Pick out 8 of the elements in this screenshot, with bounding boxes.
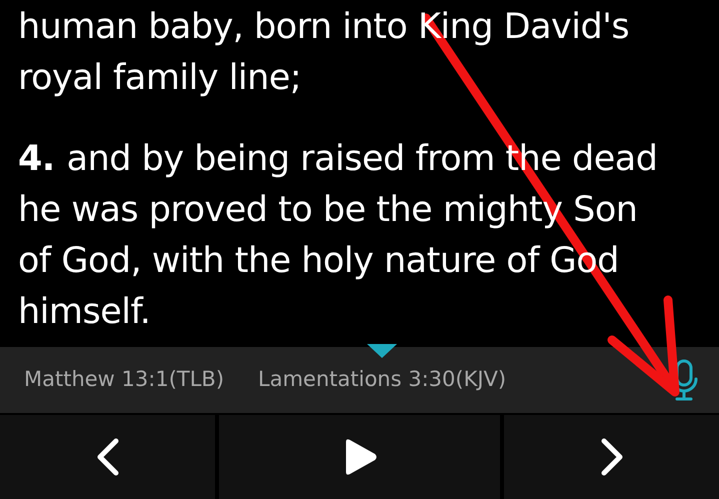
verse-text: royal family line; <box>18 57 302 100</box>
play-button[interactable] <box>219 415 500 499</box>
verse-number: 4. <box>18 138 55 181</box>
reference-tab[interactable]: Matthew 13:1(TLB) <box>24 364 224 396</box>
chevron-right-icon <box>600 437 624 477</box>
verse-text: himself. <box>18 291 150 334</box>
chevron-left-icon <box>96 437 120 477</box>
reference-tab[interactable]: Lamentations 3:30(KJV) <box>258 364 506 396</box>
